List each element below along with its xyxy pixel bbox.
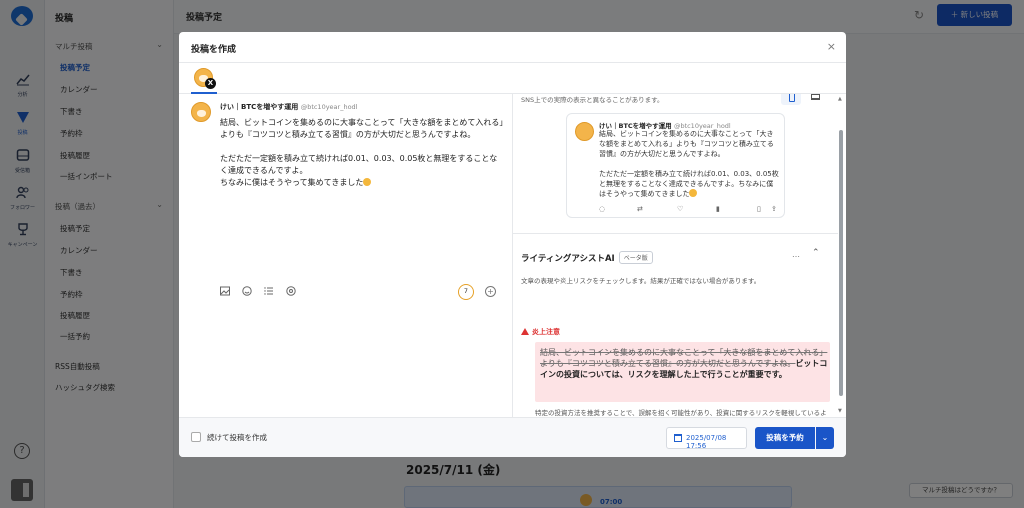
text-paragraph: 結局、ビットコインを集めるのに大事なことって「大きな額をまとめて入れる」よりも『… <box>599 130 774 158</box>
continue-checkbox-label[interactable]: 続けて投稿を作成 <box>207 432 267 443</box>
mobile-preview-icon[interactable] <box>781 94 801 105</box>
more-options-icon[interactable]: … <box>792 250 800 259</box>
chevron-down-icon[interactable]: ⌄ <box>816 427 834 449</box>
reply-icon: ◌ <box>599 205 606 213</box>
close-icon[interactable]: × <box>827 40 836 53</box>
share-icon: ⇪ <box>771 205 777 213</box>
retweet-icon: ⇄ <box>637 205 643 213</box>
smile-emoji-icon <box>363 178 372 186</box>
add-thread-icon[interactable]: + <box>485 286 496 297</box>
tweet-actions: ◌ ⇄ ♡ ▮ ▯ ⇪ <box>599 205 779 215</box>
post-textarea[interactable]: 結局、ビットコインを集めるのに大事なことって「大きな額をまとめて入れる」よりも『… <box>220 117 505 189</box>
character-counter: 7 <box>458 284 474 300</box>
scroll-up-icon[interactable]: ▲ <box>838 96 842 102</box>
suggestion-text: 結局、ビットコインを集めるのに大事なことって「大きな額をまとめて入れる」よりも『… <box>540 347 828 380</box>
divider <box>513 233 838 234</box>
assistant-title-text: ライティングアシストAI <box>521 254 615 264</box>
warning-label: 炎上注意 <box>532 328 560 336</box>
x-logo-icon: X <box>205 78 216 89</box>
schedule-post-button[interactable]: 投稿を予約 <box>755 427 815 449</box>
text-paragraph: 結局、ビットコインを集めるのに大事なことって「大きな額をまとめて入れる」よりも『… <box>220 118 504 139</box>
text-paragraph <box>220 141 505 153</box>
suggestion-box[interactable]: 結局、ビットコインを集めるのに大事なことって「大きな額をまとめて入れる」よりも『… <box>535 342 830 402</box>
text-paragraph: ただただ一定額を積み立て続ければ0.01、0.03、0.05枚と無理をすることな… <box>599 169 779 199</box>
emoji-icon[interactable] <box>242 286 252 296</box>
schedule-datetime: 2025/07/08 17:56 <box>686 434 727 450</box>
create-post-modal: 投稿を作成 × X けい｜BTCを増やす運用 @btc10year_hodl 結… <box>179 32 846 457</box>
assistant-description: 文章の表現や炎上リスクをチェックします。結果が正確ではない場合があります。 <box>521 277 761 285</box>
account-handle: @btc10year_hodl <box>300 103 358 111</box>
text-paragraph: ただただ一定額を積み立て続ければ0.01、0.03、0.05枚と無理をすることな… <box>220 154 498 175</box>
preview-disclaimer: SNS上での実際の表示と異なることがあります。 <box>521 96 664 104</box>
schedule-datetime-button[interactable]: 2025/07/08 17:56 <box>666 427 747 450</box>
smile-emoji-icon <box>689 189 698 197</box>
modal-title: 投稿を作成 <box>191 45 237 55</box>
warning-icon <box>521 328 529 335</box>
tweet-preview-card: けい｜BTCを増やす運用 @btc10year_hodl 結局、ビットコインを集… <box>566 113 785 218</box>
text-line: ちなみに僕はそうやって集めてきました <box>220 178 364 187</box>
modal-header: 投稿を作成 × <box>179 32 846 63</box>
preview-text: 結局、ビットコインを集めるのに大事なことって「大きな額をまとめて入れる」よりも『… <box>599 129 779 199</box>
modal-footer: 続けて投稿を作成 2025/07/08 17:56 投稿を予約 ⌄ <box>179 417 846 457</box>
writing-assistant-title: ライティングアシストAI ベータ版 <box>521 251 653 264</box>
avatar <box>191 102 211 122</box>
text-paragraph: ちなみに僕はそうやって集めてきました <box>220 177 505 189</box>
account-selector: X <box>179 63 846 94</box>
composer-pane: けい｜BTCを増やす運用 @btc10year_hodl 結局、ビットコインを集… <box>179 94 513 417</box>
bookmark-icon: ▯ <box>757 205 761 213</box>
account-name: けい｜BTCを増やす運用 @btc10year_hodl <box>220 102 358 112</box>
image-icon[interactable] <box>220 286 230 296</box>
beta-badge: ベータ版 <box>618 251 653 264</box>
list-icon[interactable] <box>264 286 274 296</box>
desktop-preview-icon[interactable] <box>811 94 820 100</box>
text-paragraph <box>599 159 779 169</box>
scroll-thumb[interactable] <box>839 130 843 396</box>
continue-checkbox[interactable] <box>191 432 201 442</box>
views-icon: ▮ <box>716 205 720 213</box>
like-icon: ♡ <box>677 205 684 213</box>
calendar-icon <box>674 434 682 442</box>
chevron-up-icon[interactable]: ⌃ <box>812 248 820 258</box>
preview-pane: SNS上での実際の表示と異なることがあります。 けい｜BTCを増やす運用 @bt… <box>513 94 846 417</box>
gif-icon[interactable] <box>286 286 296 296</box>
preview-scrollbar[interactable]: ▲ ▼ <box>838 94 844 417</box>
avatar <box>575 122 594 141</box>
scroll-down-icon[interactable]: ▼ <box>838 408 842 414</box>
warning-explanation: 特定の投資方法を推奨することで、誤解を招く可能性があり、投資に関するリスクを軽視… <box>535 409 827 417</box>
removed-text: 結局、ビットコインを集めるのに大事なことって「大きな額をまとめて入れる」よりも『… <box>540 348 828 368</box>
display-name: けい｜BTCを増やす運用 <box>220 103 299 111</box>
flame-risk-warning: 炎上注意 <box>521 327 560 337</box>
